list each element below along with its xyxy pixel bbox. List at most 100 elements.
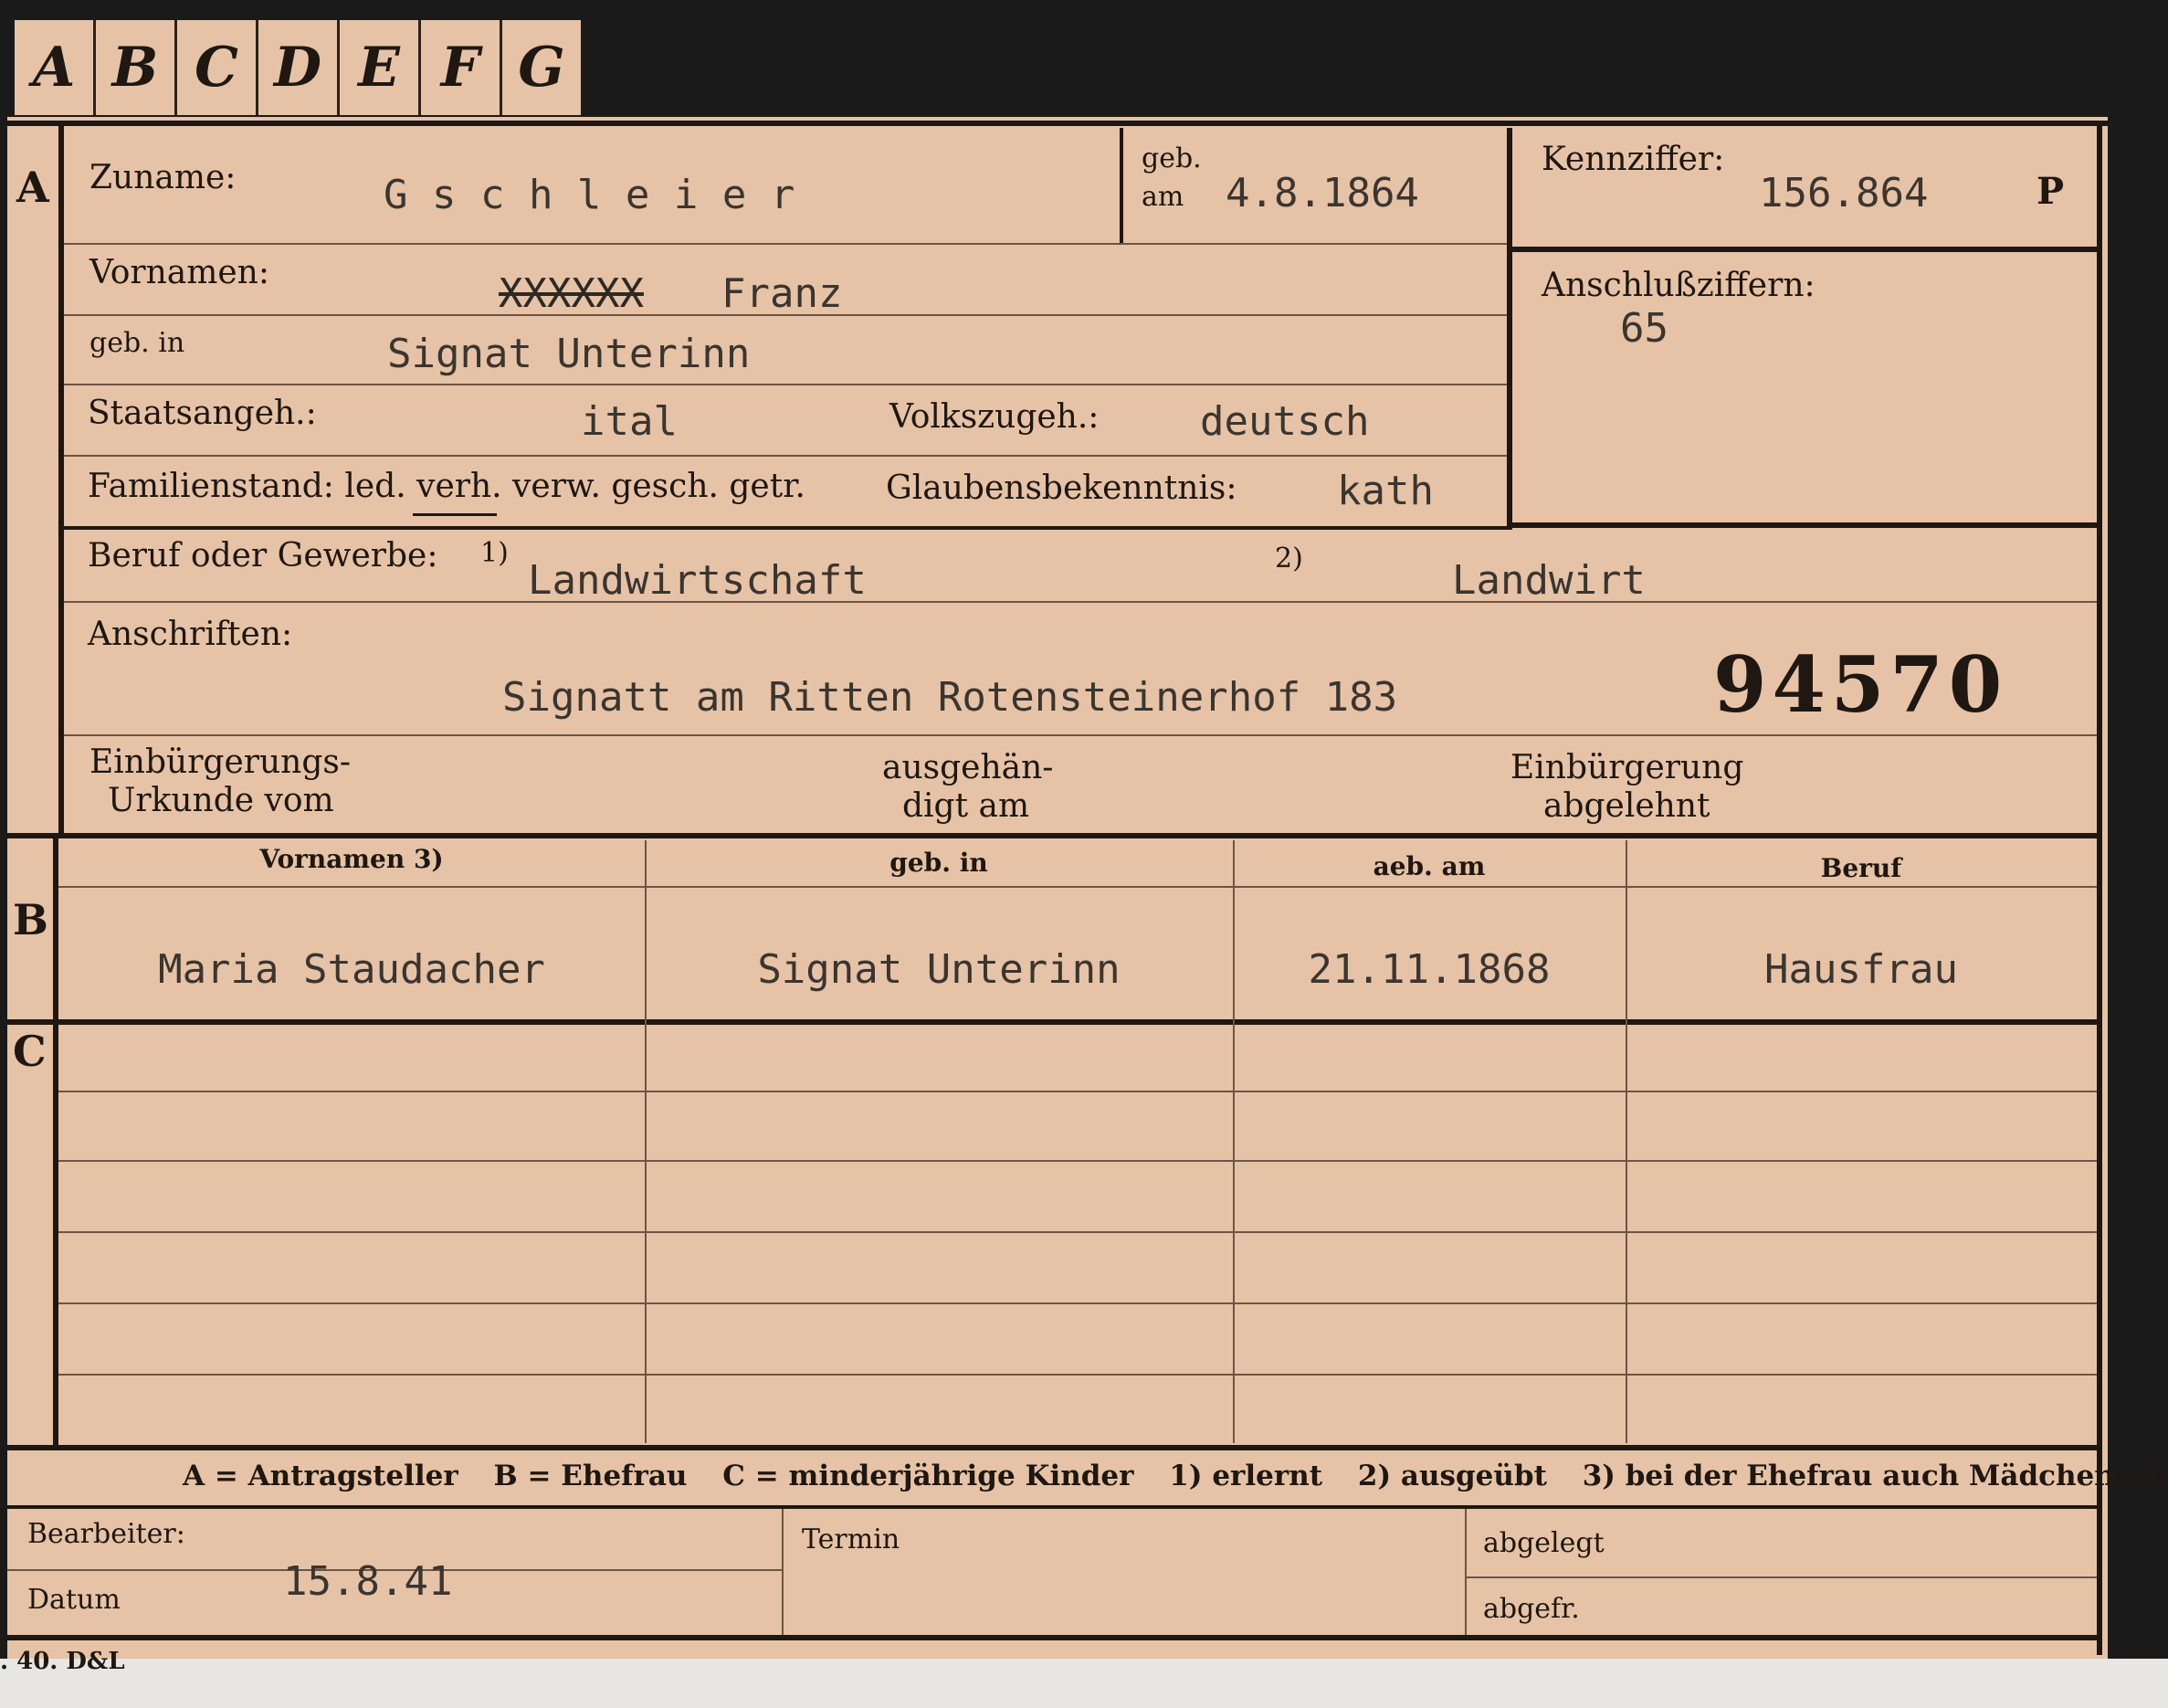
value-anschrift: Signatt am Ritten Rotensteinerhof 183 [502, 674, 1398, 721]
legend: A = Antragsteller B = Ehefrau C = minder… [183, 1460, 2168, 1492]
section-label-a: A [16, 163, 49, 212]
value-nummer: 94570 [1713, 639, 2008, 730]
scan-margin [0, 1659, 2168, 1708]
label-volkszugeh: Volkszugeh.: [889, 398, 1100, 436]
rule-gebin [64, 384, 1507, 385]
label-beruf: Beruf oder Gewerbe: [88, 537, 438, 575]
geb-am-divider [1120, 128, 1123, 243]
col-header-vornamen: Vornamen 3) [259, 844, 444, 874]
c-row-rule-3 [58, 1231, 2097, 1233]
tab-c: C [177, 20, 258, 115]
col-divider-1 [645, 840, 647, 1443]
c-row-rule-4 [58, 1302, 2097, 1304]
top-border [7, 121, 2108, 126]
label-zuname: Zuname: [89, 159, 237, 196]
value-zuname: G s c h l e i e r [384, 172, 795, 218]
value-vornamen: Franz [721, 270, 843, 317]
footnote-1: 1) [480, 537, 509, 569]
col-divider-3 [1626, 840, 1627, 1443]
col-header-geb-in: geb. in [889, 848, 988, 878]
value-volkszugeh: deutsch [1200, 398, 1370, 445]
section-bc-divider [53, 833, 58, 1445]
legend-antragsteller: A = Antragsteller [183, 1460, 458, 1492]
legend-maedchenname: 3) bei der Ehefrau auch Mädchenname [1582, 1460, 2168, 1492]
tab-f: F [421, 20, 502, 115]
label-einbuergerung-abgelehnt-2: abgelehnt [1543, 787, 1710, 825]
tab-d: D [258, 20, 340, 115]
label-anschluss: Anschlußziffern: [1542, 267, 1815, 304]
rule-zuname [64, 243, 1507, 245]
legend-erlernt: 1) erlernt [1169, 1460, 1323, 1492]
section-c-top [7, 1019, 2099, 1025]
c-row-rule-5 [58, 1374, 2097, 1376]
familienstand-verh-mark [413, 513, 497, 516]
ehefrau-beruf: Hausfrau [1764, 946, 1958, 993]
right-border [2097, 121, 2102, 1655]
label-bearbeiter: Bearbeiter: [27, 1518, 185, 1550]
table-header-rule [58, 886, 2097, 888]
legend-bottom [7, 1505, 2099, 1509]
ehefrau-geb-am: 21.11.1868 [1308, 946, 1551, 993]
value-anschluss: 65 [1620, 305, 1668, 352]
footer-divider-2 [1465, 1509, 1467, 1637]
value-kennziffer: 156.864 [1759, 170, 1929, 216]
registration-card [7, 117, 2108, 1659]
label-vornamen: Vornamen: [89, 254, 269, 291]
label-am: am [1142, 181, 1184, 213]
section-a-divider [58, 121, 64, 833]
rule-beruf [64, 601, 2097, 603]
section-label-b: B [13, 895, 48, 944]
legend-top [7, 1445, 2099, 1450]
kennziffer-box-bottom [1507, 247, 2100, 252]
label-geb-in: geb. in [89, 327, 185, 359]
value-beruf-ausgeuebt: Landwirt [1452, 557, 1646, 604]
rule-anschriften [64, 734, 2097, 736]
ehefrau-vornamen: Maria Staudacher [158, 946, 545, 993]
footnote-2: 2) [1275, 543, 1303, 575]
rule-staat [64, 455, 1507, 457]
legend-ausgeuebt: 2) ausgeübt [1357, 1460, 1547, 1492]
label-geb: geb. [1142, 142, 1202, 174]
rule-familie [64, 526, 1510, 530]
legend-ehefrau: B = Ehefrau [493, 1460, 688, 1492]
value-vornamen-struck: XXXXXX [499, 270, 644, 317]
value-geb-am: 4.8.1864 [1226, 170, 1419, 216]
label-glauben: Glaubensbekenntnis: [886, 469, 1237, 507]
legend-kinder: C = minderjährige Kinder [722, 1460, 1134, 1492]
kennziffer-mark: P [2036, 170, 2065, 213]
footer-rule-right [1465, 1576, 2097, 1578]
tab-a: A [15, 20, 96, 115]
label-familienstand: Familienstand: led. verh. verw. gesch. g… [88, 468, 805, 505]
bottom-border [7, 1635, 2099, 1640]
label-termin: Termin [802, 1523, 900, 1555]
label-datum: Datum [27, 1584, 121, 1616]
form-code: . 40. D&L [0, 1648, 125, 1675]
value-beruf-erlernt: Landwirtschaft [528, 557, 867, 604]
label-anschriften: Anschriften: [88, 616, 293, 653]
tab-b: B [96, 20, 177, 115]
c-row-rule-2 [58, 1160, 2097, 1162]
label-kennziffer: Kennziffer: [1542, 141, 1725, 178]
label-einbuergerung-abgelehnt-1: Einbürgerung [1510, 749, 1744, 786]
kennziffer-box-left [1507, 128, 1512, 530]
alphabet-tabs: A B C D E F G [15, 20, 581, 115]
col-header-geb-am: aeb. am [1373, 851, 1486, 881]
col-header-beruf: Beruf [1820, 853, 1902, 883]
col-divider-2 [1233, 840, 1235, 1443]
value-geb-in: Signat Unterinn [387, 331, 751, 377]
tab-e: E [340, 20, 421, 115]
section-label-c: C [13, 1027, 47, 1076]
label-ausgehaendigt-1: ausgehän- [882, 749, 1054, 786]
label-ausgehaendigt-2: digt am [902, 787, 1030, 825]
label-einbuergerung-urkunde-1: Einbürgerungs- [89, 743, 352, 781]
value-glauben: kath [1337, 468, 1434, 514]
label-einbuergerung-urkunde-2: Urkunde vom [108, 782, 334, 819]
label-abgefr: abgefr. [1483, 1593, 1580, 1625]
label-abgelegt: abgelegt [1483, 1527, 1605, 1559]
value-datum: 15.8.41 [283, 1558, 453, 1605]
label-staatsangeh: Staatsangeh.: [88, 395, 317, 432]
section-b-top [7, 833, 2099, 838]
tab-g: G [518, 36, 565, 100]
value-staatsangeh: ital [581, 398, 678, 445]
footer-divider-1 [782, 1509, 784, 1637]
